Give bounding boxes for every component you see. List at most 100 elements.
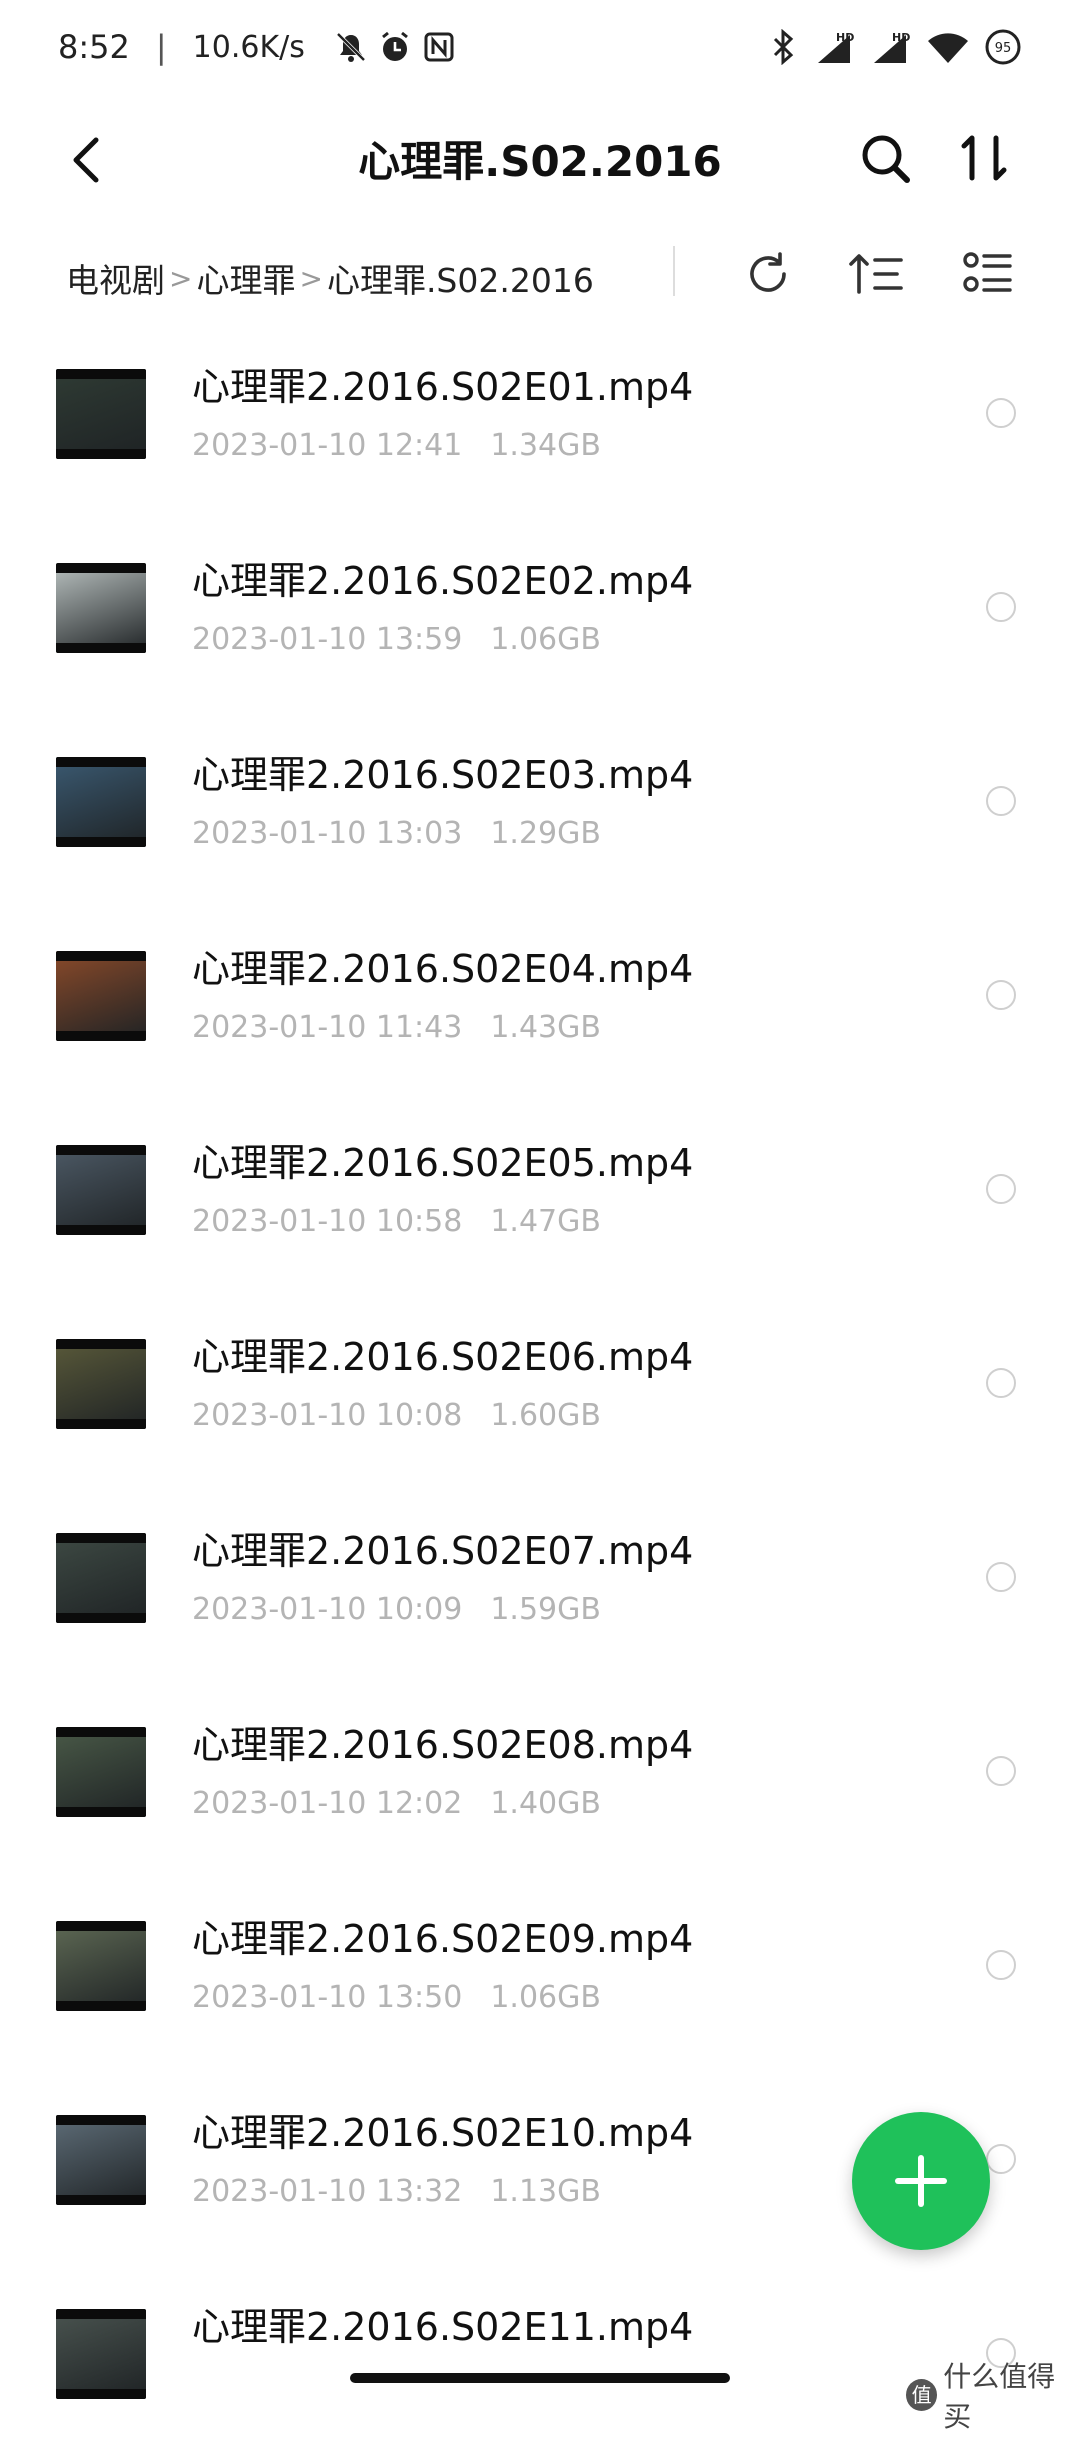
file-row[interactable]: 心理罪2.2016.S02E08.mp4 2023-01-10 12:02 1.40… — [0, 1678, 1080, 1872]
add-button[interactable] — [852, 2112, 990, 2250]
video-thumbnail — [56, 369, 146, 459]
svg-text:HD: HD — [836, 31, 854, 44]
select-radio[interactable] — [986, 1950, 1016, 1980]
file-size: 1.06GB — [490, 622, 601, 657]
file-name: 心理罪2.2016.S02E11.mp4 — [192, 2305, 694, 2349]
breadcrumb-separator: > — [169, 261, 193, 295]
file-size: 1.13GB — [490, 2174, 601, 2209]
file-date: 2023-01-10 10:58 — [192, 1204, 463, 1239]
file-meta: 2023-01-10 10:08 1.60GB — [192, 1398, 601, 1433]
file-size: 1.59GB — [490, 1592, 601, 1627]
watermark-logo: 值 — [906, 2379, 938, 2411]
file-size: 1.47GB — [490, 1204, 601, 1239]
battery-icon: 95 — [985, 29, 1021, 65]
file-meta: 2023-01-10 13:50 1.06GB — [192, 1980, 601, 2015]
select-radio[interactable] — [986, 592, 1016, 622]
video-thumbnail — [56, 1921, 146, 2011]
file-meta — [192, 2368, 220, 2403]
select-radio[interactable] — [986, 786, 1016, 816]
alarm-icon — [381, 31, 408, 61]
file-meta: 2023-01-10 12:02 1.40GB — [192, 1786, 601, 1821]
file-name: 心理罪2.2016.S02E08.mp4 — [192, 1723, 694, 1767]
file-row[interactable]: 心理罪2.2016.S02E04.mp4 2023-01-10 11:43 1.43… — [0, 902, 1080, 1096]
wifi-icon — [928, 33, 968, 63]
file-name: 心理罪2.2016.S02E07.mp4 — [192, 1529, 694, 1573]
file-size: 1.43GB — [490, 1010, 601, 1045]
breadcrumb-item-tv[interactable]: 电视剧 — [66, 254, 165, 302]
file-size: 1.34GB — [490, 428, 601, 463]
file-row[interactable]: 心理罪2.2016.S02E09.mp4 2023-01-10 13:50 1.06… — [0, 1872, 1080, 2066]
signal-hd-icon: HD — [818, 31, 854, 63]
breadcrumb-bar: 电视剧 > 心理罪 > 心理罪.S02.2016 — [0, 240, 1080, 310]
file-name: 心理罪2.2016.S02E01.mp4 — [192, 365, 694, 409]
select-radio[interactable] — [986, 398, 1016, 428]
network-speed: 10.6K/s — [192, 29, 305, 65]
file-date: 2023-01-10 12:41 — [192, 428, 463, 463]
select-radio[interactable] — [986, 2144, 1016, 2174]
file-name: 心理罪2.2016.S02E04.mp4 — [192, 947, 694, 991]
video-thumbnail — [56, 1339, 146, 1429]
select-radio[interactable] — [986, 980, 1016, 1010]
file-date: 2023-01-10 13:59 — [192, 622, 463, 657]
file-row[interactable]: 心理罪2.2016.S02E02.mp4 2023-01-10 13:59 1.06… — [0, 514, 1080, 708]
signal-hd-icon-2: HD — [874, 31, 910, 63]
file-meta: 2023-01-10 10:58 1.47GB — [192, 1204, 601, 1239]
watermark-text: 什么值得买 — [943, 2360, 1056, 2433]
file-size: 1.06GB — [490, 1980, 601, 2015]
file-date: 2023-01-10 11:43 — [192, 1010, 463, 1045]
file-date: 2023-01-10 12:02 — [192, 1786, 463, 1821]
file-size: 1.60GB — [490, 1398, 601, 1433]
status-separator: | — [155, 28, 167, 66]
select-radio[interactable] — [986, 1174, 1016, 1204]
file-row[interactable]: 心理罪2.2016.S02E05.mp4 2023-01-10 10:58 1.47… — [0, 1096, 1080, 1290]
video-thumbnail — [56, 951, 146, 1041]
sort-arrows-icon[interactable] — [958, 128, 1018, 188]
status-time: 8:52 — [58, 28, 130, 66]
sort-order-icon[interactable] — [847, 246, 907, 302]
breadcrumb-item-show[interactable]: 心理罪 — [196, 254, 295, 302]
breadcrumb-separator: > — [299, 261, 323, 295]
breadcrumb-item-season[interactable]: 心理罪.S02.2016 — [327, 254, 594, 302]
file-name: 心理罪2.2016.S02E02.mp4 — [192, 559, 694, 603]
file-row[interactable]: 心理罪2.2016.S02E01.mp4 2023-01-10 12:41 1.34… — [0, 320, 1080, 514]
video-thumbnail — [56, 563, 146, 653]
select-radio[interactable] — [986, 1756, 1016, 1786]
list-view-icon[interactable] — [960, 246, 1016, 302]
file-meta: 2023-01-10 13:03 1.29GB — [192, 816, 601, 851]
home-indicator[interactable] — [350, 2373, 730, 2383]
mute-bell-icon — [336, 32, 366, 62]
file-row[interactable]: 心理罪2.2016.S02E06.mp4 2023-01-10 10:08 1.60… — [0, 1290, 1080, 1484]
bluetooth-icon — [773, 29, 794, 65]
file-name: 心理罪2.2016.S02E10.mp4 — [192, 2111, 694, 2155]
file-size: 1.29GB — [490, 816, 601, 851]
file-name: 心理罪2.2016.S02E06.mp4 — [192, 1335, 694, 1379]
file-row[interactable]: 心理罪2.2016.S02E03.mp4 2023-01-10 13:03 1.29… — [0, 708, 1080, 902]
breadcrumb: 电视剧 > 心理罪 > 心理罪.S02.2016 — [66, 254, 594, 302]
file-date: 2023-01-10 10:08 — [192, 1398, 463, 1433]
file-date: 2023-01-10 13:50 — [192, 1980, 463, 2015]
file-meta: 2023-01-10 11:43 1.43GB — [192, 1010, 601, 1045]
status-bar: 8:52 | 10.6K/s HD HD 95 — [0, 0, 1080, 100]
video-thumbnail — [56, 1145, 146, 1235]
file-name: 心理罪2.2016.S02E09.mp4 — [192, 1917, 694, 1961]
video-thumbnail — [56, 1727, 146, 1817]
svg-text:95: 95 — [995, 41, 1012, 56]
search-icon[interactable] — [855, 128, 915, 188]
file-date: 2023-01-10 13:32 — [192, 2174, 463, 2209]
file-name: 心理罪2.2016.S02E05.mp4 — [192, 1141, 694, 1185]
video-thumbnail — [56, 1533, 146, 1623]
refresh-icon[interactable] — [740, 246, 796, 302]
file-date: 2023-01-10 10:09 — [192, 1592, 463, 1627]
svg-text:HD: HD — [892, 31, 910, 44]
select-radio[interactable] — [986, 1562, 1016, 1592]
select-radio[interactable] — [986, 1368, 1016, 1398]
file-meta: 2023-01-10 13:32 1.13GB — [192, 2174, 601, 2209]
video-thumbnail — [56, 757, 146, 847]
page-title: 心理罪.S02.2016 — [358, 137, 722, 186]
file-name: 心理罪2.2016.S02E03.mp4 — [192, 753, 694, 797]
video-thumbnail — [56, 2309, 146, 2399]
file-date: 2023-01-10 13:03 — [192, 816, 463, 851]
file-row[interactable]: 心理罪2.2016.S02E07.mp4 2023-01-10 10:09 1.59… — [0, 1484, 1080, 1678]
file-meta: 2023-01-10 12:41 1.34GB — [192, 428, 601, 463]
app-header: 心理罪.S02.2016 — [0, 110, 1080, 210]
